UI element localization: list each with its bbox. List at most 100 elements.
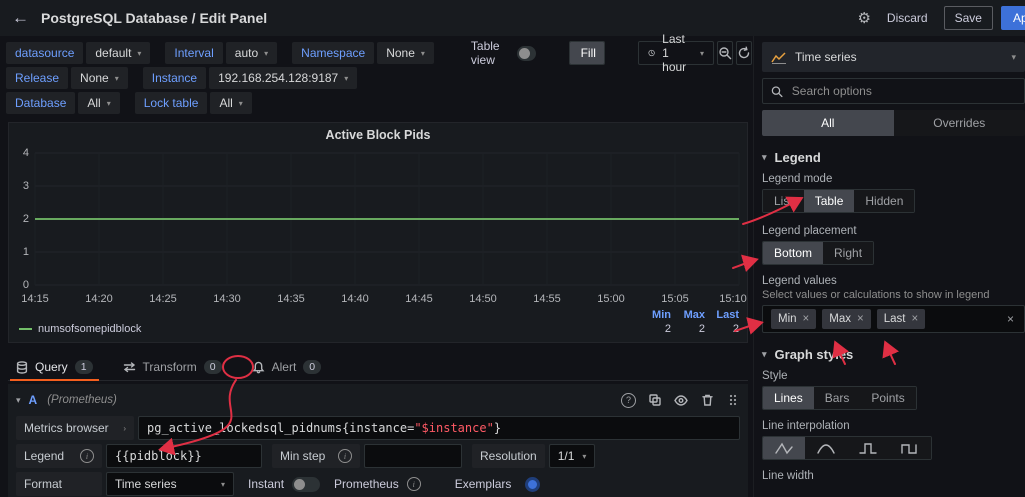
clock-icon <box>648 46 655 60</box>
time-range-picker[interactable]: Last 1 hour ▾ <box>638 41 714 65</box>
search-icon <box>771 85 783 98</box>
chart-plot[interactable]: 4 3 2 1 0 <box>9 145 747 293</box>
legend-mode-hidden[interactable]: Hidden <box>854 190 914 212</box>
format-label: Format <box>16 472 102 496</box>
legend-values-multiselect[interactable]: Min× Max× Last× × <box>762 305 1025 333</box>
legend-placement-bottom[interactable]: Bottom <box>763 242 823 264</box>
legend-section-header[interactable]: ▾ Legend <box>762 150 1023 165</box>
chevron-down-icon: ▾ <box>115 74 119 83</box>
style-bars[interactable]: Bars <box>814 387 861 409</box>
fill-button[interactable]: Fill <box>570 42 605 64</box>
trash-icon[interactable] <box>700 393 714 407</box>
value-tag-min[interactable]: Min× <box>771 309 816 329</box>
line-width-label: Line width <box>762 470 1025 482</box>
hide-query-eye-icon[interactable] <box>674 393 688 407</box>
legend-series-row[interactable]: numsofsomepidblock 2 2 2 <box>9 321 747 335</box>
style-lines[interactable]: Lines <box>763 387 814 409</box>
alert-count-badge: 0 <box>303 360 321 374</box>
release-select[interactable]: None▾ <box>71 67 128 89</box>
legend-value-max: 2 <box>671 323 705 335</box>
promql-expression-input[interactable]: pg_active_lockedsql_pidnums{instance="$i… <box>138 416 740 440</box>
style-label: Style <box>762 370 1025 382</box>
interpolation-linear[interactable] <box>763 437 805 459</box>
tab-query[interactable]: Query 1 <box>8 354 101 380</box>
options-search[interactable] <box>762 78 1025 104</box>
value-tag-last[interactable]: Last× <box>877 309 925 329</box>
table-view-toggle[interactable] <box>517 46 536 61</box>
resolution-select[interactable]: 1/1▾ <box>549 444 596 468</box>
back-arrow-icon[interactable]: ← <box>12 8 29 28</box>
legend-mode-table[interactable]: Table <box>804 190 855 212</box>
remove-tag-icon[interactable]: × <box>803 313 810 325</box>
line-interpolation-group <box>762 436 932 460</box>
drag-handle-icon[interactable] <box>726 393 740 407</box>
min-step-input[interactable] <box>364 444 462 468</box>
interval-select[interactable]: auto▾ <box>226 42 277 64</box>
save-button[interactable]: Save <box>944 6 993 30</box>
info-icon[interactable]: i <box>407 477 421 491</box>
visualization-name: Time series <box>795 50 857 64</box>
tab-transform[interactable]: Transform 0 <box>115 354 230 380</box>
series-name[interactable]: numsofsomepidblock <box>38 323 141 335</box>
info-icon[interactable]: i <box>80 449 94 463</box>
chevron-right-icon: › <box>123 424 126 433</box>
duplicate-icon[interactable] <box>648 393 662 407</box>
instant-label: Instant <box>248 477 284 491</box>
refresh-button[interactable] <box>736 41 752 65</box>
remove-tag-icon[interactable]: × <box>911 313 918 325</box>
legend-col-min[interactable]: Min <box>637 309 671 321</box>
chevron-down-icon[interactable]: ▾ <box>16 395 21 406</box>
help-icon[interactable]: ? <box>621 393 636 408</box>
value-tag-max[interactable]: Max× <box>822 309 870 329</box>
database-label: Database <box>6 92 75 114</box>
query-datasource: (Prometheus) <box>47 394 117 406</box>
x-tick: 14:15 <box>15 293 55 305</box>
fill-actual-group: Fill Actual <box>569 41 605 65</box>
legend-col-max[interactable]: Max <box>671 309 705 321</box>
clear-all-icon[interactable]: × <box>1005 312 1016 326</box>
format-select[interactable]: Time series▾ <box>106 472 234 496</box>
zoom-out-button[interactable] <box>717 41 733 65</box>
style-points[interactable]: Points <box>860 387 915 409</box>
tab-overrides[interactable]: Overrides <box>894 110 1025 136</box>
series-color-swatch <box>19 328 32 330</box>
legend-mode-list[interactable]: List <box>763 190 804 212</box>
legend-col-last[interactable]: Last <box>705 309 739 321</box>
release-label: Release <box>6 67 68 89</box>
line-interpolation-label: Line interpolation <box>762 420 1025 432</box>
panel-options-sidebar: Time series ▾ All Overrides ▾ Legend Leg… <box>753 36 1025 497</box>
visualization-picker[interactable]: Time series ▾ <box>762 42 1025 72</box>
instant-toggle[interactable] <box>292 477 320 492</box>
legend-format-input[interactable] <box>106 444 262 468</box>
chevron-down-icon: ▾ <box>700 49 704 58</box>
gear-icon[interactable]: ⚙ <box>857 9 870 27</box>
topbar: ← PostgreSQL Database / Edit Panel ⚙ Dis… <box>0 0 1025 36</box>
tab-all[interactable]: All <box>762 110 894 136</box>
options-filter-tabs: All Overrides <box>762 110 1025 136</box>
discard-button[interactable]: Discard <box>879 7 936 29</box>
apply-button[interactable]: Apply <box>1001 6 1025 30</box>
search-options-input[interactable] <box>790 83 1016 99</box>
x-tick: 15:10 <box>713 293 753 305</box>
tab-alert[interactable]: Alert 0 <box>244 354 330 380</box>
topbar-actions: ⚙ Discard Save Apply <box>857 0 1025 36</box>
interpolation-step-after[interactable] <box>889 437 931 459</box>
locktable-select[interactable]: All▾ <box>210 92 251 114</box>
namespace-label: Namespace <box>292 42 374 64</box>
instance-select[interactable]: 192.168.254.128:9187▾ <box>209 67 357 89</box>
database-select[interactable]: All▾ <box>78 92 119 114</box>
exemplars-toggle[interactable] <box>525 477 540 492</box>
graph-styles-section-header[interactable]: ▾ Graph styles <box>762 347 1023 362</box>
remove-tag-icon[interactable]: × <box>857 313 864 325</box>
interpolation-smooth[interactable] <box>805 437 847 459</box>
datasource-select[interactable]: default▾ <box>86 42 150 64</box>
chevron-down-icon: ▾ <box>582 452 586 461</box>
style-group: Lines Bars Points <box>762 386 917 410</box>
namespace-select[interactable]: None▾ <box>377 42 434 64</box>
query-row-header[interactable]: ▾ A (Prometheus) ? <box>16 388 740 412</box>
info-icon[interactable]: i <box>338 449 352 463</box>
metrics-browser-button[interactable]: Metrics browser› <box>16 416 134 440</box>
legend-placement-right[interactable]: Right <box>823 242 873 264</box>
resolution-label: Resolution <box>472 444 545 468</box>
interpolation-step-before[interactable] <box>847 437 889 459</box>
